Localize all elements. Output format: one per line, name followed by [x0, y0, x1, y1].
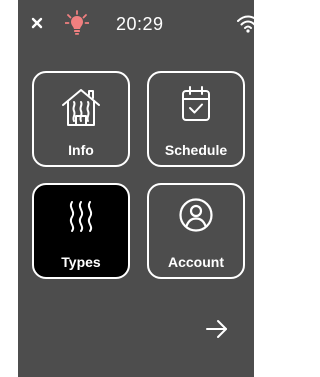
close-icon[interactable] — [30, 16, 44, 30]
account-label: Account — [168, 254, 224, 270]
house-heat-icon — [62, 89, 100, 126]
bulb-icon — [65, 10, 89, 35]
clock-time: 20:29 — [116, 14, 164, 34]
info-label: Info — [68, 142, 94, 158]
schedule-label: Schedule — [164, 142, 228, 158]
calendar-check-icon — [182, 86, 210, 121]
user-icon — [179, 198, 213, 232]
schedule-tile[interactable]: Schedule — [147, 71, 245, 167]
status-bar: 20:29 — [18, 0, 259, 50]
account-tile[interactable]: Account — [147, 183, 245, 279]
device-screen: 20:29 Info Schedule Types Account — [18, 0, 259, 377]
heat-waves-icon — [69, 201, 93, 232]
wifi-icon — [237, 15, 259, 33]
info-tile[interactable]: Info — [32, 71, 130, 167]
arrow-right-icon[interactable] — [204, 318, 230, 340]
types-label: Types — [61, 254, 101, 270]
types-tile[interactable]: Types — [32, 183, 130, 279]
